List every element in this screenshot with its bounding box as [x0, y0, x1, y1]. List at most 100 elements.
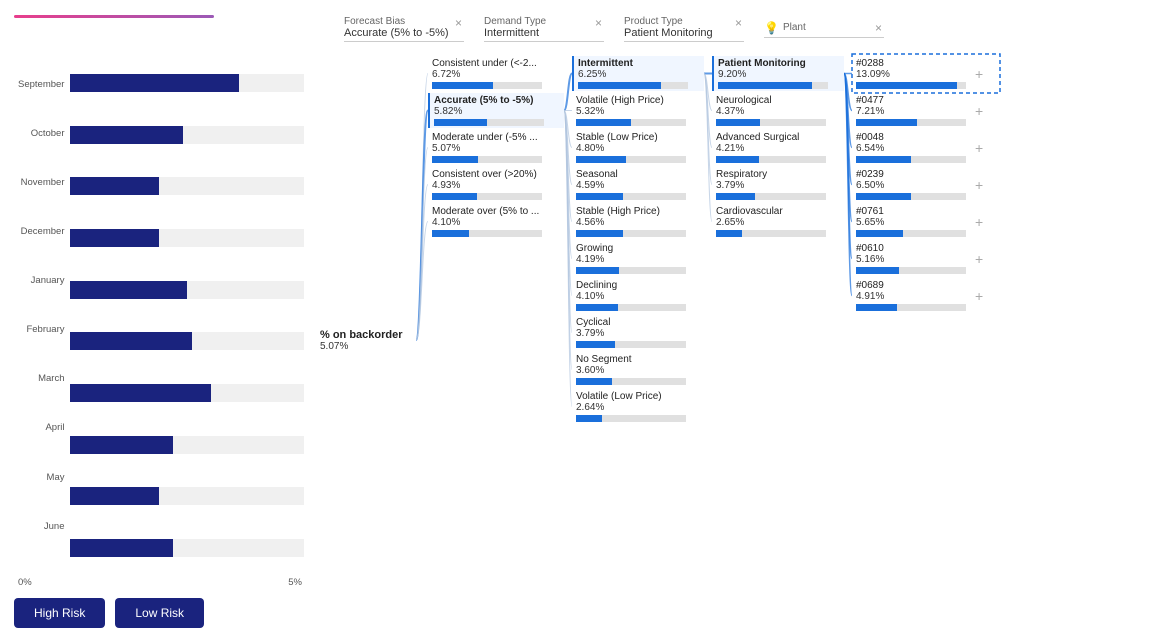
filter-label-0: Forecast Bias×: [344, 16, 464, 27]
col3-item-3: Respiratory3.79%: [712, 167, 844, 202]
bar-fill-4: [70, 281, 187, 299]
col4-label-1: #0477: [856, 95, 966, 106]
col4-content-6[interactable]: #06894.91%: [852, 278, 970, 313]
col1-content-2[interactable]: Moderate under (-5% ...5.07%: [428, 130, 564, 165]
col3-content-3[interactable]: Respiratory3.79%: [712, 167, 844, 202]
col2-bar-bg-1: [576, 119, 686, 126]
bar-chart-area: SeptemberOctoberNovemberDecemberJanuaryF…: [18, 58, 304, 573]
col2-content-8[interactable]: No Segment3.60%: [572, 352, 704, 387]
col2-item-3: Seasonal4.59%: [572, 167, 704, 202]
col4-plus-0[interactable]: +: [971, 66, 987, 82]
filter-value-2: Patient Monitoring: [624, 27, 744, 39]
col2-item-2: Stable (Low Price)4.80%: [572, 130, 704, 165]
col4-plus-2[interactable]: +: [971, 140, 987, 156]
col2-bar-bg-3: [576, 193, 686, 200]
col4-plus-5[interactable]: +: [971, 251, 987, 267]
col1-content-0[interactable]: Consistent under (<-2...6.72%: [428, 56, 564, 91]
col2-pct-3: 4.59%: [576, 180, 700, 191]
bar-row-7: [70, 420, 304, 470]
col2-label-7: Cyclical: [576, 317, 700, 328]
col2-pct-9: 2.64%: [576, 402, 700, 413]
col3-bar-fill-1: [716, 119, 760, 126]
col3-content-1[interactable]: Neurological4.37%: [712, 93, 844, 128]
col4-pct-3: 6.50%: [856, 180, 966, 191]
filter-label-3: 💡Plant×: [764, 21, 884, 35]
bar-bg-3: [70, 229, 304, 247]
bar-row-8: [70, 472, 304, 522]
col4-bar-fill-0: [856, 82, 957, 89]
col4-plus-4[interactable]: +: [971, 214, 987, 230]
col2-label-5: Growing: [576, 243, 700, 254]
col4-content-0[interactable]: #028813.09%: [852, 56, 970, 91]
col4: #028813.09%+#04777.21%+#00486.54%+#02396…: [844, 52, 987, 628]
col2-content-3[interactable]: Seasonal4.59%: [572, 167, 704, 202]
filter-close-3[interactable]: ×: [875, 21, 882, 35]
col3-content-0[interactable]: Patient Monitoring9.20%: [712, 56, 844, 91]
col4-bar-bg-6: [856, 304, 966, 311]
col4-bar-bg-1: [856, 119, 966, 126]
col1-content-4[interactable]: Moderate over (5% to ...4.10%: [428, 204, 564, 239]
col2-bar-fill-0: [578, 82, 661, 89]
col2-content-5[interactable]: Growing4.19%: [572, 241, 704, 276]
col3-bar-fill-4: [716, 230, 742, 237]
col1-label-4: Moderate over (5% to ...: [432, 206, 560, 217]
col3-bar-bg-1: [716, 119, 826, 126]
filter-chip-0: Forecast Bias×Accurate (5% to -5%): [344, 16, 464, 42]
col4-item-4: #07615.65%+: [852, 204, 987, 239]
col2-label-2: Stable (Low Price): [576, 132, 700, 143]
col2-pct-8: 3.60%: [576, 365, 700, 376]
col2-content-2[interactable]: Stable (Low Price)4.80%: [572, 130, 704, 165]
col4-content-4[interactable]: #07615.65%: [852, 204, 970, 239]
col3-item-2: Advanced Surgical4.21%: [712, 130, 844, 165]
month-label-9: June: [18, 522, 64, 532]
col1-content-3[interactable]: Consistent over (>20%)4.93%: [428, 167, 564, 202]
col1-bar-bg-2: [432, 156, 542, 163]
y-axis-labels: SeptemberOctoberNovemberDecemberJanuaryF…: [18, 58, 70, 573]
col1-pct-3: 4.93%: [432, 180, 560, 191]
month-label-4: January: [18, 276, 64, 286]
col2-content-6[interactable]: Declining4.10%: [572, 278, 704, 313]
col3-content-4[interactable]: Cardiovascular2.65%: [712, 204, 844, 239]
col4-plus-6[interactable]: +: [971, 288, 987, 304]
month-label-2: November: [18, 178, 64, 188]
col4-content-3[interactable]: #02396.50%: [852, 167, 970, 202]
col4-content-2[interactable]: #00486.54%: [852, 130, 970, 165]
col1-content-1[interactable]: Accurate (5% to -5%)5.82%: [428, 93, 564, 128]
col2-content-7[interactable]: Cyclical3.79%: [572, 315, 704, 350]
bar-bg-2: [70, 177, 304, 195]
bar-row-0: [70, 58, 304, 108]
col4-content-5[interactable]: #06105.16%: [852, 241, 970, 276]
col2-content-1[interactable]: Volatile (High Price)5.32%: [572, 93, 704, 128]
col4-label-6: #0689: [856, 280, 966, 291]
filter-close-2[interactable]: ×: [735, 16, 742, 30]
low-risk-button[interactable]: Low Risk: [115, 598, 204, 628]
col2-content-0[interactable]: Intermittent6.25%: [572, 56, 704, 91]
col2-bar-fill-5: [576, 267, 619, 274]
col3-pct-3: 3.79%: [716, 180, 840, 191]
col3-content-2[interactable]: Advanced Surgical4.21%: [712, 130, 844, 165]
col4-bar-fill-2: [856, 156, 911, 163]
header-row: Forecast Bias×Accurate (5% to -5%)Demand…: [14, 12, 1136, 42]
col4-plus-1[interactable]: +: [971, 103, 987, 119]
filter-close-1[interactable]: ×: [595, 16, 602, 30]
bar-fill-6: [70, 384, 210, 402]
col2-pct-5: 4.19%: [576, 254, 700, 265]
col2-pct-0: 6.25%: [578, 69, 700, 80]
col4-pct-4: 5.65%: [856, 217, 966, 228]
col4-label-2: #0048: [856, 132, 966, 143]
col1-item-3: Consistent over (>20%)4.93%: [428, 167, 564, 202]
filter-close-0[interactable]: ×: [455, 16, 462, 30]
col4-bar-bg-5: [856, 267, 966, 274]
col4-plus-3[interactable]: +: [971, 177, 987, 193]
col2-item-1: Volatile (High Price)5.32%: [572, 93, 704, 128]
bar-fill-0: [70, 74, 238, 92]
bar-row-5: [70, 317, 304, 367]
col2-item-6: Declining4.10%: [572, 278, 704, 313]
col4-bar-bg-3: [856, 193, 966, 200]
col4-content-1[interactable]: #04777.21%: [852, 93, 970, 128]
col2-content-9[interactable]: Volatile (Low Price)2.64%: [572, 389, 704, 424]
high-risk-button[interactable]: High Risk: [14, 598, 105, 628]
col2-label-4: Stable (High Price): [576, 206, 700, 217]
content-row: SeptemberOctoberNovemberDecemberJanuaryF…: [14, 52, 1136, 628]
col2-content-4[interactable]: Stable (High Price)4.56%: [572, 204, 704, 239]
